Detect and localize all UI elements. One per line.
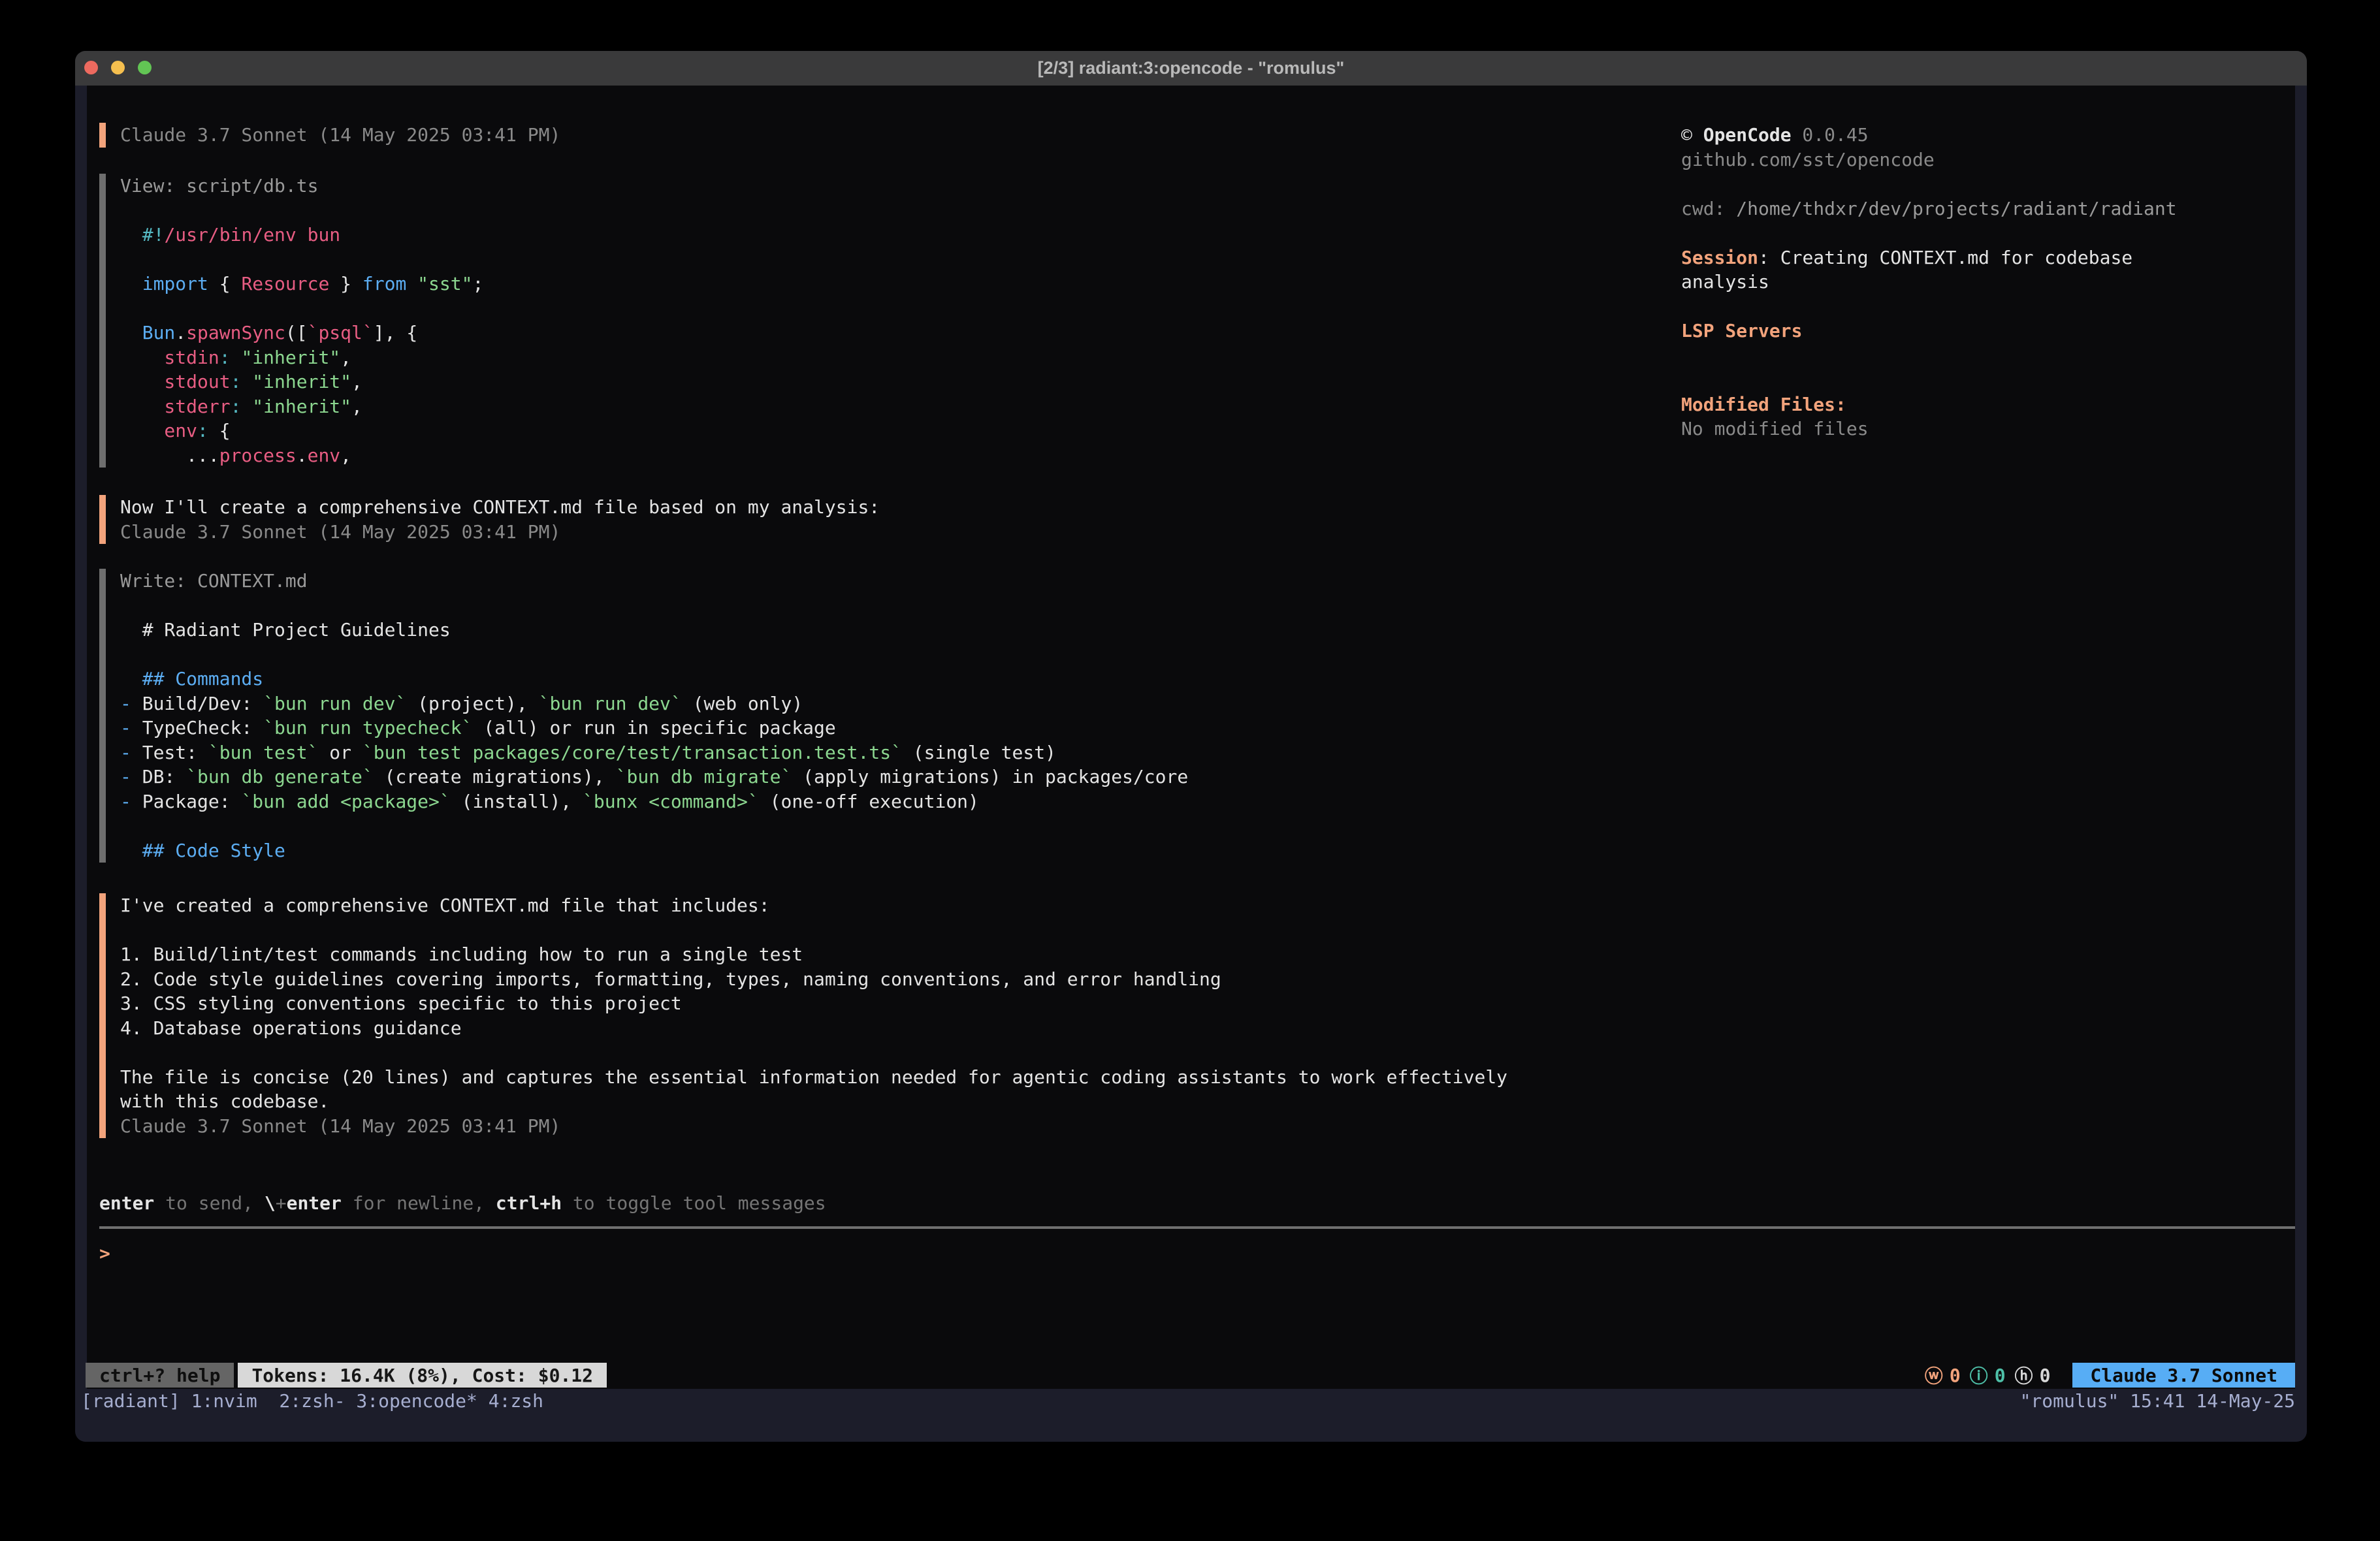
hint-icon: ⓗ [2015,1362,2033,1388]
terminal-line [1681,368,2295,392]
terminal-line: Bun.spawnSync([`psql`], { [120,321,483,345]
hint-count: ⓗ0 [2015,1362,2051,1388]
terminal-line: env: { [120,419,483,443]
terminal-line: Claude 3.7 Sonnet (14 May 2025 03:41 PM) [120,123,560,148]
tmux-window-list[interactable]: [radiant] 1:nvim 2:zsh- 3:opencode* 4:zs… [81,1389,543,1414]
terminal-line: - DB: `bun db generate` (create migratio… [120,765,1188,789]
terminal-line [120,814,1188,838]
model-badge: Claude 3.7 Sonnet [2072,1363,2295,1388]
window-titlebar[interactable]: [2/3] radiant:3:opencode - "romulus" [75,51,2307,86]
status-right-group: ⓦ0 ⓘ0 ⓗ0 Claude 3.7 Sonnet [1925,1362,2295,1388]
status-bar: ctrl+? help Tokens: 16.4K (8%), Cost: $0… [86,1363,2295,1388]
terminal-line [1681,221,2295,246]
assistant-message: Now I'll create a comprehensive CONTEXT.… [99,495,880,544]
help-badge: ctrl+? help [86,1363,234,1388]
terminal-line: ## Commands [120,667,1188,691]
terminal-line: 3. CSS styling conventions specific to t… [120,991,1507,1016]
warning-icon: ⓦ [1925,1362,1943,1388]
terminal-line: Claude 3.7 Sonnet (14 May 2025 03:41 PM) [120,520,880,545]
tmux-session-clock: "romulus" 15:41 14-May-25 [2020,1389,2295,1414]
terminal-line: with this codebase. [120,1089,1507,1114]
terminal-line: The file is concise (20 lines) and captu… [120,1065,1507,1090]
terminal-line: 1. Build/lint/test commands including ho… [120,942,1507,967]
terminal-line [120,643,1188,667]
tool-call-view-file: View: script/db.ts #!/usr/bin/env bun im… [99,174,483,468]
window-title: [2/3] radiant:3:opencode - "romulus" [75,51,2307,86]
terminal-window: [2/3] radiant:3:opencode - "romulus" Cla… [75,51,2307,1442]
terminal-line: ...process.env, [120,443,483,468]
prompt-caret: > [99,1243,110,1264]
assistant-message: I've created a comprehensive CONTEXT.md … [99,893,1507,1138]
terminal-line: stdin: "inherit", [120,345,483,370]
terminal-line: Session: Creating CONTEXT.md for codebas… [1681,246,2295,270]
terminal-line [120,247,483,272]
terminal-line: import { Resource } from "sst"; [120,272,483,296]
info-sidebar: © OpenCode 0.0.45github.com/sst/opencode… [1681,123,2295,441]
keybinding-hints: enter to send, \+enter for newline, ctrl… [99,1191,826,1216]
terminal-line: github.com/sst/opencode [1681,148,2295,172]
terminal-line: #!/usr/bin/env bun [120,223,483,247]
terminal-line [120,594,1188,618]
terminal-line: - TypeCheck: `bun run typecheck` (all) o… [120,716,1188,740]
terminal-line [1681,294,2295,319]
terminal-line: No modified files [1681,417,2295,441]
terminal-line: analysis [1681,270,2295,294]
terminal-line [120,296,483,321]
terminal-line: © OpenCode 0.0.45 [1681,123,2295,148]
terminal-line [120,918,1507,943]
terminal-line: LSP Servers [1681,319,2295,343]
terminal-line: - Build/Dev: `bun run dev` (project), `b… [120,691,1188,716]
assistant-message-header: Claude 3.7 Sonnet (14 May 2025 03:41 PM) [99,123,560,148]
terminal-line: Write: CONTEXT.md [120,569,1188,594]
terminal-line: cwd: /home/thdxr/dev/projects/radiant/ra… [1681,197,2295,221]
tokens-cost-badge: Tokens: 16.4K (8%), Cost: $0.12 [238,1363,607,1388]
terminal-line: # Radiant Project Guidelines [120,618,1188,643]
terminal-line: stdout: "inherit", [120,370,483,394]
terminal-line: I've created a comprehensive CONTEXT.md … [120,893,1507,918]
info-count: ⓘ0 [1970,1362,2006,1388]
warning-count: ⓦ0 [1925,1362,1961,1388]
terminal-line: View: script/db.ts [120,174,483,199]
terminal-line: stderr: "inherit", [120,394,483,419]
terminal-line: - Package: `bun add <package>` (install)… [120,789,1188,814]
tmux-status-bar: [radiant] 1:nvim 2:zsh- 3:opencode* 4:zs… [81,1389,2295,1414]
terminal-line: - Test: `bun test` or `bun test packages… [120,740,1188,765]
terminal-line: Modified Files: [1681,392,2295,417]
terminal-line: 2. Code style guidelines covering import… [120,967,1507,992]
terminal-line: Claude 3.7 Sonnet (14 May 2025 03:41 PM) [120,1114,1507,1139]
terminal-line: ## Code Style [120,838,1188,863]
diagnostics-group: ⓦ0 ⓘ0 ⓗ0 [1925,1362,2051,1388]
tool-call-write-file: Write: CONTEXT.md # Radiant Project Guid… [99,569,1188,863]
prompt-input[interactable]: > [99,1241,110,1266]
terminal-line [120,1040,1507,1065]
terminal-line: Now I'll create a comprehensive CONTEXT.… [120,495,880,520]
terminal-line [120,199,483,223]
input-separator-line [99,1226,2295,1229]
terminal-line [1681,172,2295,197]
terminal-line [1681,343,2295,368]
info-icon: ⓘ [1970,1362,1988,1388]
terminal-line: 4. Database operations guidance [120,1016,1507,1041]
